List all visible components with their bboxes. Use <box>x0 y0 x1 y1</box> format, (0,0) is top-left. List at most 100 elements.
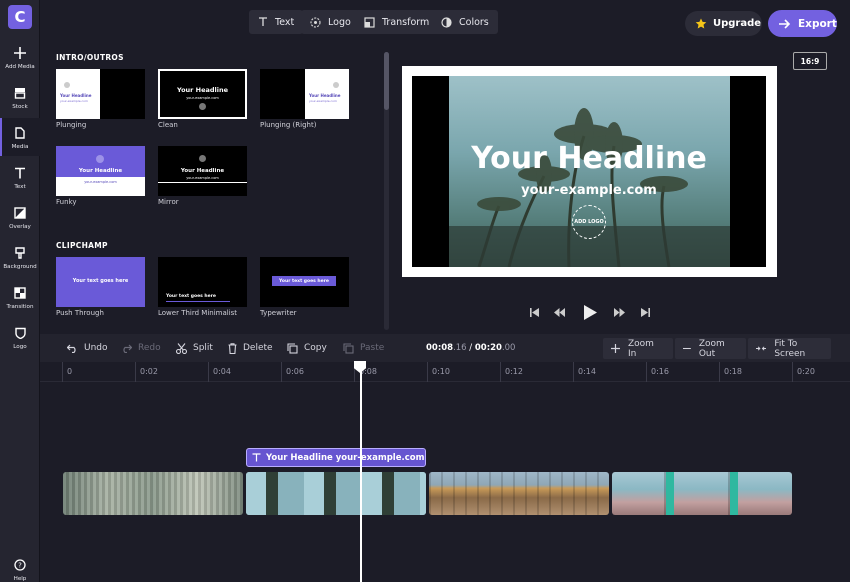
text-icon <box>259 17 267 26</box>
paste-label: Paste <box>360 343 385 353</box>
undo-button[interactable]: Undo <box>67 334 108 362</box>
rail-item-stock[interactable]: Stock <box>0 84 40 122</box>
logo-tool-button[interactable]: Logo <box>301 10 360 34</box>
fast-forward-button[interactable] <box>612 303 626 321</box>
video-clip-pier[interactable] <box>429 472 609 515</box>
thumb-sub: your-example.com <box>186 96 219 100</box>
template-thumb-clean[interactable]: Your Headline your-example.com <box>158 69 247 119</box>
template-label: Mirror <box>158 198 179 206</box>
transform-tool-button[interactable]: Transform <box>355 10 439 34</box>
section-title-intros: INTRO/OUTROS <box>56 53 124 62</box>
delete-button[interactable]: Delete <box>228 334 273 362</box>
skip-back-button[interactable] <box>528 303 540 321</box>
text-tool-label: Text <box>275 16 295 28</box>
help-icon: ? <box>13 558 27 572</box>
aspect-ratio-button[interactable]: 16:9 <box>793 52 827 70</box>
upgrade-button[interactable]: Upgrade <box>685 11 762 36</box>
rail-item-media[interactable]: Media <box>0 118 40 156</box>
clip-frames <box>612 472 792 515</box>
template-thumb-plunging[interactable]: Your Headline your-example.com <box>56 69 145 119</box>
thumb-headline: Your Headline <box>309 93 341 98</box>
ruler-tick: 0:16 <box>646 362 669 382</box>
thumb-headline: Your text goes here <box>166 294 216 299</box>
undo-label: Undo <box>84 343 108 353</box>
timecode: 00:08.16 / 00:20.00 <box>426 343 515 353</box>
template-thumb-lower-third[interactable]: Your text goes here <box>158 257 247 307</box>
thumb-headline: Your text goes here <box>72 278 129 284</box>
rail-item-overlay[interactable]: Overlay <box>0 204 40 242</box>
library-scrollbar-thumb[interactable] <box>384 52 389 110</box>
fit-to-screen-button[interactable]: Fit To Screen <box>748 338 831 359</box>
fast-forward-icon <box>613 307 625 317</box>
svg-text:?: ? <box>18 562 22 570</box>
video-clip-beach[interactable] <box>612 472 792 515</box>
zoom-in-button[interactable]: Zoom In <box>603 338 673 359</box>
play-icon <box>583 304 597 320</box>
playhead-line[interactable] <box>360 362 362 582</box>
rail-item-background[interactable]: Background <box>0 244 40 282</box>
thumb-sub: your-example.com <box>186 176 219 180</box>
template-label: Push Through <box>56 309 104 317</box>
template-thumb-push-through[interactable]: Your text goes here <box>56 257 145 307</box>
logo-tool-label: Logo <box>328 16 351 28</box>
template-thumb-funky[interactable]: Your Headline your-example.com <box>56 146 145 196</box>
transform-icon <box>364 16 375 28</box>
template-thumb-plunging-right[interactable]: Your Headline your-example.com <box>260 69 349 119</box>
timecode-total: 00:20 <box>474 343 502 353</box>
rail-item-add-media[interactable]: Add Media <box>0 44 40 82</box>
rail-item-help[interactable]: ? Help <box>0 556 40 582</box>
play-button[interactable] <box>581 303 599 321</box>
overlay-icon <box>13 206 27 220</box>
template-label: Funky <box>56 198 77 206</box>
split-button[interactable]: Split <box>176 334 213 362</box>
rail-label: Help <box>13 576 27 582</box>
video-clip-grass[interactable] <box>63 472 243 515</box>
template-thumb-mirror[interactable]: Your Headline your-example.com <box>158 146 247 196</box>
thumb-headline: Your Headline <box>180 168 225 174</box>
text-clip-label: Your Headline your-example.com <box>266 452 425 463</box>
clip-frames <box>429 472 609 515</box>
copy-button[interactable]: Copy <box>287 334 327 362</box>
text-clip[interactable]: Your Headline your-example.com <box>246 448 426 467</box>
rail-item-transition[interactable]: Transition <box>0 284 40 322</box>
rail-label: Text <box>14 184 26 190</box>
thumb-sub: your-example.com <box>60 99 88 103</box>
transition-icon <box>13 286 27 300</box>
minus-icon <box>683 347 691 350</box>
transform-tool-label: Transform <box>382 16 430 28</box>
thumb-headline: Your Headline <box>176 86 229 94</box>
template-label: Plunging (Right) <box>260 121 317 129</box>
preview-headline: Your Headline <box>471 141 707 176</box>
rail-label: Logo <box>13 344 27 350</box>
rewind-button[interactable] <box>552 303 566 321</box>
rail-item-text[interactable]: Text <box>0 164 40 202</box>
ruler-tick: 0:04 <box>208 362 231 382</box>
ruler-tick: 0:20 <box>792 362 815 382</box>
paste-button[interactable]: Paste <box>343 334 384 362</box>
zoom-out-label: Zoom Out <box>698 338 725 359</box>
section-title-clipchamp: CLIPCHAMP <box>56 241 108 250</box>
skip-forward-button[interactable] <box>639 303 651 321</box>
file-icon <box>13 126 27 140</box>
redo-button[interactable]: Redo <box>121 334 161 362</box>
template-thumb-typewriter[interactable]: Your text goes here <box>260 257 349 307</box>
clipchamp-logo[interactable]: C <box>8 5 32 29</box>
rail-label: Background <box>3 264 37 270</box>
timecode-current: 00:08 <box>426 343 454 353</box>
add-logo-placeholder[interactable]: ADD LOGO <box>572 205 606 239</box>
plus-icon <box>611 344 620 353</box>
template-label: Plunging <box>56 121 87 129</box>
timecode-current-frac: .16 <box>453 343 467 353</box>
thumb-headline: Your Headline <box>60 93 92 98</box>
zoom-out-button[interactable]: Zoom Out <box>675 338 746 359</box>
ruler-tick: 0:14 <box>573 362 596 382</box>
colors-tool-button[interactable]: Colors <box>432 10 498 34</box>
video-clip-palms[interactable] <box>246 472 426 515</box>
ruler-tick: 0:06 <box>281 362 304 382</box>
palette-icon <box>13 246 27 260</box>
text-tool-button[interactable]: Text <box>249 10 304 34</box>
export-button[interactable]: Export <box>768 10 837 37</box>
undo-icon <box>67 344 76 353</box>
clip-frames <box>63 472 243 515</box>
rail-item-logo[interactable]: Logo <box>0 324 40 362</box>
